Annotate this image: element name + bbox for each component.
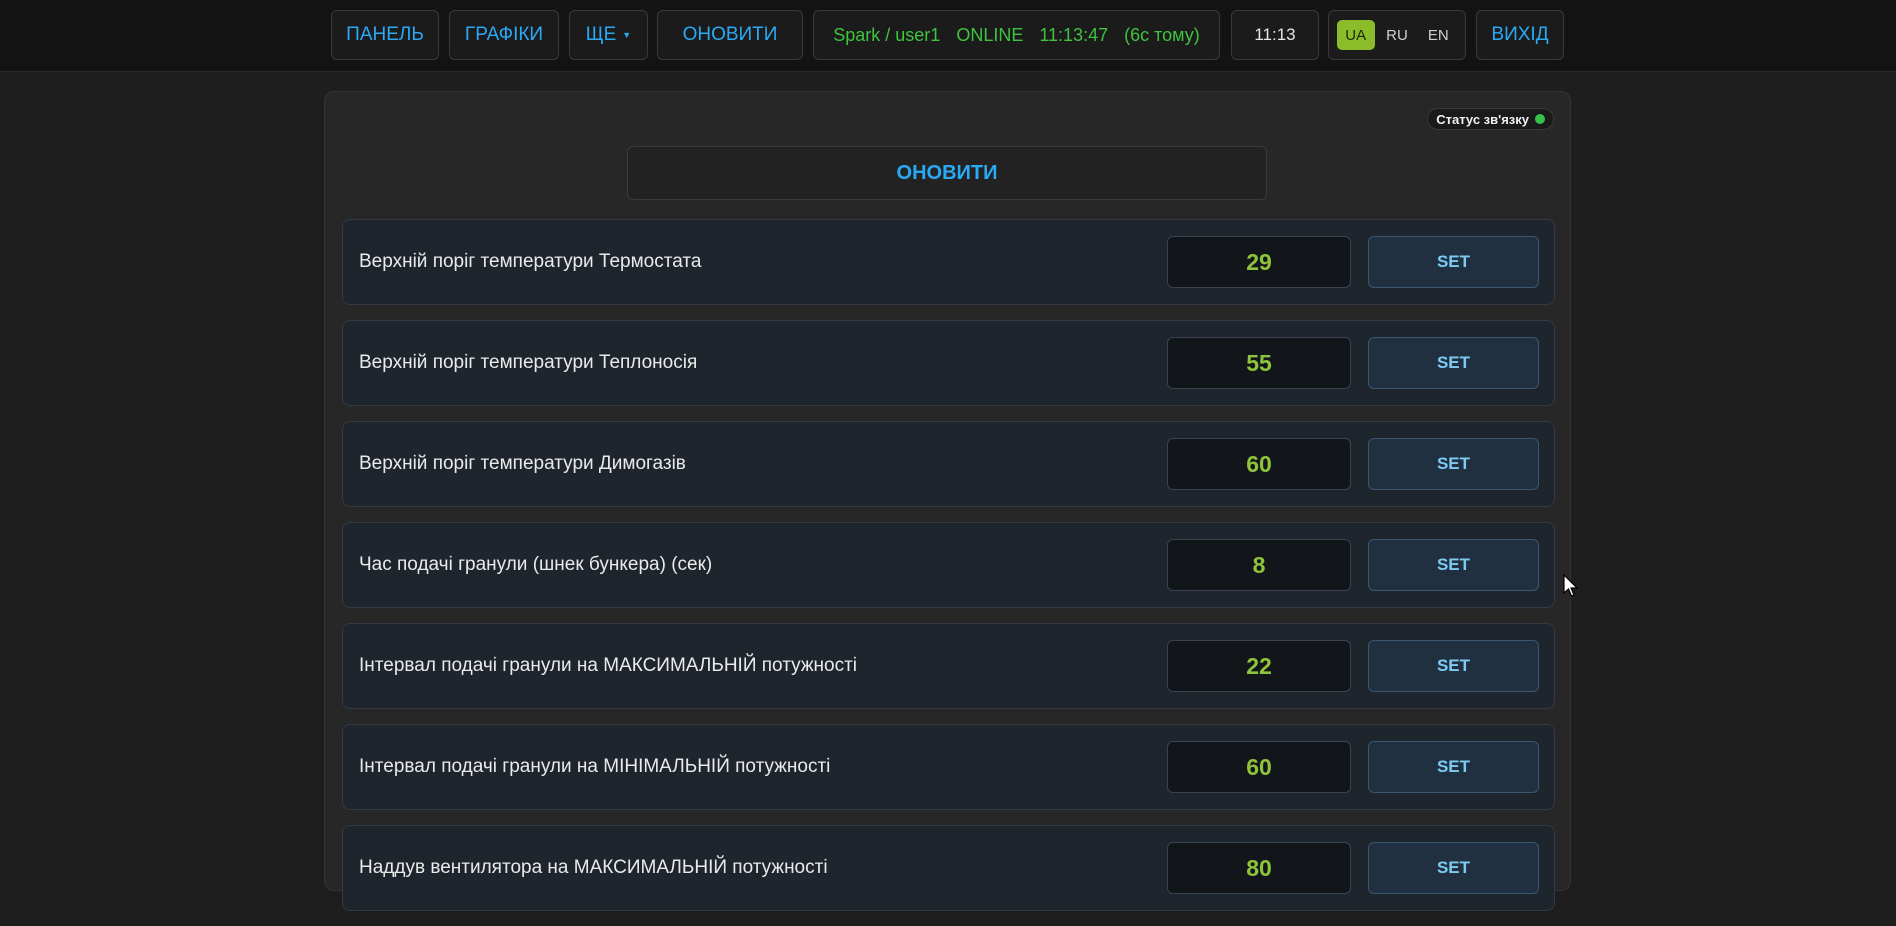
setting-label: Верхній поріг температури Теплоносія — [359, 352, 698, 373]
settings-list: Верхній поріг температури Термостата 29 … — [342, 219, 1555, 926]
logout-label: ВИХІД — [1491, 24, 1549, 45]
nav-charts-label: ГРАФІКИ — [464, 24, 544, 45]
nav-refresh-label: ОНОВИТИ — [682, 24, 778, 45]
setting-label: Верхній поріг температури Димогазів — [359, 453, 686, 474]
refresh-button[interactable]: ОНОВИТИ — [627, 146, 1267, 200]
setting-row: Час подачі гранули (шнек бункера) (сек) … — [342, 522, 1555, 608]
setting-row: Верхній поріг температури Димогазів 60 S… — [342, 421, 1555, 507]
setting-value-input[interactable]: 60 — [1167, 741, 1351, 793]
nav-panel-label: ПАНЕЛЬ — [346, 24, 424, 45]
lang-en-button[interactable]: EN — [1419, 20, 1457, 50]
set-button[interactable]: SET — [1368, 842, 1539, 894]
setting-row: Інтервал подачі гранули на МАКСИМАЛЬНІЙ … — [342, 623, 1555, 709]
mouse-cursor-icon — [1563, 574, 1579, 597]
set-button[interactable]: SET — [1368, 640, 1539, 692]
set-button[interactable]: SET — [1368, 438, 1539, 490]
setting-value-input[interactable]: 29 — [1167, 236, 1351, 288]
setting-label: Верхній поріг температури Термостата — [359, 251, 702, 272]
link-status-badge: Статус зв'язку — [1427, 108, 1554, 130]
lang-ru-button[interactable]: RU — [1378, 20, 1416, 50]
lang-ua-button[interactable]: UA — [1336, 20, 1375, 50]
language-switcher: UA RU EN — [1328, 10, 1466, 60]
nav-charts-button[interactable]: ГРАФІКИ — [449, 10, 559, 60]
setting-label: Інтервал подачі гранули на МІНІМАЛЬНІЙ п… — [359, 756, 831, 777]
nav-refresh-button[interactable]: ОНОВИТИ — [657, 10, 803, 60]
connection-status-box: Spark / user1 ONLINE 11:13:47 (6с тому) — [813, 10, 1220, 60]
setting-value-input[interactable]: 60 — [1167, 438, 1351, 490]
setting-label: Інтервал подачі гранули на МАКСИМАЛЬНІЙ … — [359, 655, 858, 676]
setting-value-input[interactable]: 80 — [1167, 842, 1351, 894]
setting-label: Час подачі гранули (шнек бункера) (сек) — [359, 554, 713, 575]
set-button[interactable]: SET — [1368, 236, 1539, 288]
top-navbar: ПАНЕЛЬ ГРАФІКИ ЩЕ ▼ ОНОВИТИ Spark / user… — [0, 0, 1896, 72]
set-button[interactable]: SET — [1368, 337, 1539, 389]
setting-row: Верхній поріг температури Теплоносія 55 … — [342, 320, 1555, 406]
logout-button[interactable]: ВИХІД — [1476, 10, 1564, 60]
clock: 11:13 — [1231, 10, 1319, 60]
nav-more-dropdown[interactable]: ЩЕ ▼ — [569, 10, 648, 60]
device-name: Spark / user1 — [833, 24, 941, 45]
setting-row: Інтервал подачі гранули на МІНІМАЛЬНІЙ п… — [342, 724, 1555, 810]
setting-label: Наддув вентилятора на МАКСИМАЛЬНІЙ потуж… — [359, 857, 828, 878]
last-update-ago: (6с тому) — [1124, 24, 1200, 45]
setting-row: Наддув вентилятора на МАКСИМАЛЬНІЙ потуж… — [342, 825, 1555, 911]
status-dot-icon — [1535, 114, 1545, 124]
caret-down-icon: ▼ — [622, 30, 632, 40]
set-button[interactable]: SET — [1368, 539, 1539, 591]
last-update-time: 11:13:47 — [1039, 24, 1109, 45]
nav-more-label: ЩЕ — [585, 24, 617, 45]
setting-value-input[interactable]: 22 — [1167, 640, 1351, 692]
online-state: ONLINE — [956, 24, 1024, 45]
setting-row: Верхній поріг температури Термостата 29 … — [342, 219, 1555, 305]
setting-value-input[interactable]: 8 — [1167, 539, 1351, 591]
nav-panel-button[interactable]: ПАНЕЛЬ — [331, 10, 439, 60]
settings-panel: Статус зв'язку ОНОВИТИ Верхній поріг тем… — [324, 91, 1571, 911]
setting-value-input[interactable]: 55 — [1167, 337, 1351, 389]
set-button[interactable]: SET — [1368, 741, 1539, 793]
link-status-label: Статус зв'язку — [1436, 111, 1529, 127]
